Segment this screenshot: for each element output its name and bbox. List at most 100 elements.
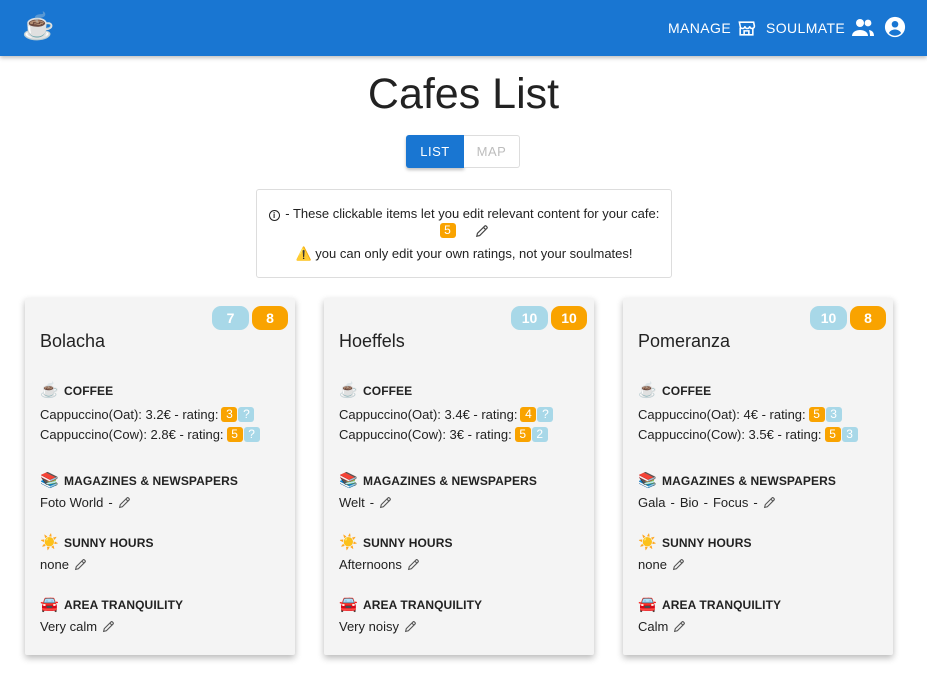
cafe-card: 10 8 Pomeranza ☕ COFFEE Cappuccino(Oat):… — [623, 298, 893, 655]
app-bar: ☕ MANAGE SOULMATE — [0, 0, 927, 56]
magazines-list: Foto World - — [40, 495, 131, 510]
separator: - — [703, 495, 708, 510]
coffee-icon: ☕ — [339, 382, 358, 399]
tranquility-section-title: AREA TRANQUILITY — [662, 598, 782, 612]
coffee-item-text: Cappuccino(Cow): 3.5€ - rating: — [638, 427, 822, 442]
coffee-item-text: Cappuccino(Oat): 3.2€ - rating: — [40, 407, 219, 422]
car-icon: 🚘 — [339, 596, 358, 613]
magazine-item: Foto World — [40, 495, 104, 510]
tranquility-section-header: 🚘 AREA TRANQUILITY — [40, 596, 183, 614]
coffee-item-text: Cappuccino(Oat): 3.4€ - rating: — [339, 407, 518, 422]
sunny-value-row: none — [40, 557, 87, 572]
tranquility-section-title: AREA TRANQUILITY — [64, 598, 184, 612]
soulmate-rating-badge: ? — [537, 407, 554, 422]
cafe-card: 7 8 Bolacha ☕ COFFEE Cappuccino(Oat): 3.… — [25, 298, 295, 655]
pencil-icon[interactable] — [118, 496, 131, 509]
sunny-section-header: ☀️ SUNNY HOURS — [40, 534, 154, 552]
coffee-item: Cappuccino(Cow): 3€ - rating: 5 2 — [339, 427, 548, 442]
cafe-card: 10 10 Hoeffels ☕ COFFEE Cappuccino(Oat):… — [324, 298, 594, 655]
own-rating-badge[interactable]: 5 — [514, 427, 531, 442]
pencil-icon[interactable] — [763, 496, 776, 509]
cafe-scores: 10 10 — [511, 306, 587, 330]
books-icon: 📚 — [339, 472, 358, 489]
separator: - — [108, 495, 113, 510]
coffee-item: Cappuccino(Cow): 3.5€ - rating: 5 3 — [638, 427, 858, 442]
magazines-section-title: MAGAZINES & NEWSPAPERS — [64, 474, 238, 488]
separator: - — [753, 495, 758, 510]
magazines-section-header: 📚 MAGAZINES & NEWSPAPERS — [638, 472, 836, 490]
pencil-icon[interactable] — [475, 224, 489, 238]
coffee-item-text: Cappuccino(Cow): 3€ - rating: — [339, 427, 512, 442]
cafe-name: Bolacha — [40, 331, 106, 351]
own-score-badge[interactable]: 10 — [551, 306, 587, 330]
tranquility-value: Very noisy — [339, 619, 399, 634]
view-toggle: LIST MAP — [406, 135, 520, 168]
coffee-item-text: Cappuccino(Cow): 2.8€ - rating: — [40, 427, 224, 442]
pencil-icon[interactable] — [672, 558, 685, 571]
coffee-section-header: ☕ COFFEE — [339, 382, 412, 400]
sunny-value: none — [40, 557, 69, 572]
pencil-icon[interactable] — [379, 496, 392, 509]
list-view-button[interactable]: LIST — [406, 135, 464, 168]
own-rating-badge[interactable]: 4 — [520, 407, 537, 422]
sunny-section-title: SUNNY HOURS — [662, 536, 752, 550]
coffee-item: Cappuccino(Oat): 3.2€ - rating: 3 ? — [40, 407, 255, 422]
magazines-section-title: MAGAZINES & NEWSPAPERS — [662, 474, 836, 488]
pencil-icon[interactable] — [673, 620, 686, 633]
magazine-item: Gala — [638, 495, 666, 510]
coffee-section-title: COFFEE — [64, 384, 114, 398]
coffee-section-header: ☕ COFFEE — [638, 382, 711, 400]
example-rating-badge[interactable]: 5 — [439, 223, 456, 238]
magazine-item: Welt — [339, 495, 365, 510]
coffee-item: Cappuccino(Cow): 2.8€ - rating: 5 ? — [40, 427, 260, 442]
map-view-button[interactable]: MAP — [464, 135, 520, 168]
tranquility-value-row: Very noisy — [339, 619, 417, 634]
own-rating-badge[interactable]: 5 — [226, 427, 243, 442]
warning-text: ⚠️ you can only edit your own ratings, n… — [295, 246, 633, 261]
sunny-value-row: Afternoons — [339, 557, 420, 572]
soulmate-rating-badge: ? — [238, 407, 255, 422]
sun-icon: ☀️ — [638, 534, 657, 551]
own-rating-badge[interactable]: 3 — [221, 407, 238, 422]
cafe-name: Pomeranza — [638, 331, 731, 351]
car-icon: 🚘 — [40, 596, 59, 613]
pencil-icon[interactable] — [404, 620, 417, 633]
cafe-scores: 7 8 — [212, 306, 288, 330]
soulmate-rating-badge: ? — [243, 427, 260, 442]
sun-icon: ☀️ — [339, 534, 358, 551]
coffee-logo-icon[interactable]: ☕ — [22, 11, 54, 41]
sunny-value: none — [638, 557, 667, 572]
pencil-icon[interactable] — [407, 558, 420, 571]
pencil-icon[interactable] — [102, 620, 115, 633]
soulmate-button[interactable]: SOULMATE — [766, 14, 875, 42]
coffee-icon: ☕ — [40, 382, 59, 399]
tranquility-section-header: 🚘 AREA TRANQUILITY — [339, 596, 482, 614]
coffee-icon: ☕ — [638, 382, 657, 399]
own-rating-badge[interactable]: 5 — [808, 407, 825, 422]
tranquility-value-row: Very calm — [40, 619, 115, 634]
tranquility-value-row: Calm — [638, 619, 686, 634]
soulmate-score-badge: 7 — [212, 306, 249, 330]
sunny-section-header: ☀️ SUNNY HOURS — [638, 534, 752, 552]
sunny-section-title: SUNNY HOURS — [363, 536, 453, 550]
info-box: i - These clickable items let you edit r… — [256, 189, 672, 278]
magazines-list: Welt - — [339, 495, 392, 510]
info-example-row: 5 — [257, 223, 671, 238]
coffee-section-header: ☕ COFFEE — [40, 382, 113, 400]
own-score-badge[interactable]: 8 — [850, 306, 886, 330]
own-rating-badge[interactable]: 5 — [824, 427, 841, 442]
magazines-section-header: 📚 MAGAZINES & NEWSPAPERS — [339, 472, 537, 490]
manage-button[interactable]: MANAGE — [668, 14, 756, 42]
manage-label: MANAGE — [668, 20, 732, 36]
pencil-icon[interactable] — [74, 558, 87, 571]
account-circle-icon[interactable] — [884, 16, 906, 38]
soulmate-rating-badge: 3 — [841, 427, 858, 442]
info-line: i - These clickable items let you edit r… — [257, 206, 671, 221]
soulmate-score-badge: 10 — [810, 306, 847, 330]
storefront-icon — [738, 20, 756, 36]
coffee-item: Cappuccino(Oat): 3.4€ - rating: 4 ? — [339, 407, 554, 422]
tranquility-section-title: AREA TRANQUILITY — [363, 598, 483, 612]
books-icon: 📚 — [40, 472, 59, 489]
own-score-badge[interactable]: 8 — [252, 306, 288, 330]
magazines-section-header: 📚 MAGAZINES & NEWSPAPERS — [40, 472, 238, 490]
